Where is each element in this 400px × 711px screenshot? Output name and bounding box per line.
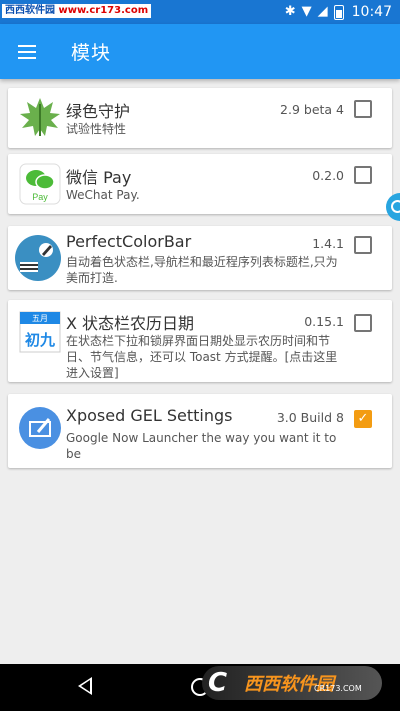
colorbar-icon: [15, 235, 61, 281]
module-title: X 状态栏农历日期: [66, 314, 195, 333]
module-title: Xposed GEL Settings: [66, 406, 233, 425]
app-bar: 模块: [0, 24, 400, 79]
module-card-xposed-gel-settings[interactable]: Xposed GEL Settings Google Now Launcher …: [8, 394, 392, 468]
module-enable-checkbox[interactable]: [354, 236, 372, 254]
module-description: 自动着色状态栏,导航栏和最近程序列表标题栏,只为美而打造.: [66, 255, 338, 285]
calendar-icon: 五月 初九: [19, 311, 61, 353]
menu-icon[interactable]: [14, 39, 40, 65]
watermark-url: www.cr173.com: [58, 5, 149, 16]
watermark-bottom-right: C 西西软件园 CR173.COM: [202, 666, 382, 700]
status-icons: ✱ ▼ ◢ 10:47: [285, 3, 392, 21]
gel-settings-icon: [19, 407, 61, 449]
battery-icon: [333, 4, 344, 20]
watermark-url-small: CR173.COM: [314, 684, 362, 693]
calendar-day: 初九: [25, 331, 55, 349]
module-title: 绿色守护: [66, 102, 131, 121]
module-description: Google Now Launcher the way you want it …: [66, 431, 337, 461]
module-description: WeChat Pay.: [66, 188, 140, 202]
module-card-perfectcolorbar[interactable]: PerfectColorBar 自动着色状态栏,导航栏和最近程序列表标题栏,只为…: [8, 226, 392, 290]
module-title: 微信 Pay: [66, 168, 132, 187]
clock: 10:47: [351, 4, 392, 20]
module-description: 在状态栏下拉和锁屏界面日期处显示农历时间和节日、节气信息，还可以 Toast 方…: [66, 334, 338, 380]
module-card-wechat-pay[interactable]: Pay 微信 Pay WeChat Pay. 0.2.0: [8, 154, 392, 214]
module-title: PerfectColorBar: [66, 232, 192, 251]
wechat-icon-label: Pay: [32, 192, 48, 202]
module-enable-checkbox-checked[interactable]: ✓: [354, 410, 372, 428]
bluetooth-icon: ✱: [284, 4, 296, 19]
watermark-top-left: 西西软件园 www.cr173.com: [2, 4, 152, 18]
module-enable-checkbox[interactable]: [354, 100, 372, 118]
calendar-month: 五月: [32, 314, 48, 323]
module-description: 试验性特性: [66, 122, 127, 136]
module-version: 1.4.1: [312, 236, 344, 251]
watermark-letter: C: [208, 668, 228, 698]
page-title: 模块: [71, 42, 112, 64]
module-enable-checkbox[interactable]: [354, 166, 372, 184]
module-version: 3.0 Build 8: [276, 410, 344, 425]
module-card-greenify[interactable]: 绿色守护 试验性特性 2.9 beta 4: [8, 88, 392, 148]
module-version: 2.9 beta 4: [280, 102, 344, 117]
watermark-site: 西西软件园: [5, 5, 55, 16]
module-enable-checkbox[interactable]: [354, 314, 372, 332]
status-bar: 西西软件园 www.cr173.com ✱ ▼ ◢ 10:47: [0, 0, 400, 24]
signal-icon: ◢: [317, 4, 328, 19]
back-icon[interactable]: [78, 677, 92, 695]
wifi-icon: ▼: [301, 4, 312, 19]
module-version: 0.15.1: [304, 314, 344, 329]
module-version: 0.2.0: [312, 168, 344, 183]
module-card-lunar-calendar[interactable]: 五月 初九 X 状态栏农历日期 在状态栏下拉和锁屏界面日期处显示农历时间和节日、…: [8, 300, 392, 382]
leaf-icon: [20, 98, 60, 136]
wechat-pay-icon: Pay: [19, 163, 61, 205]
